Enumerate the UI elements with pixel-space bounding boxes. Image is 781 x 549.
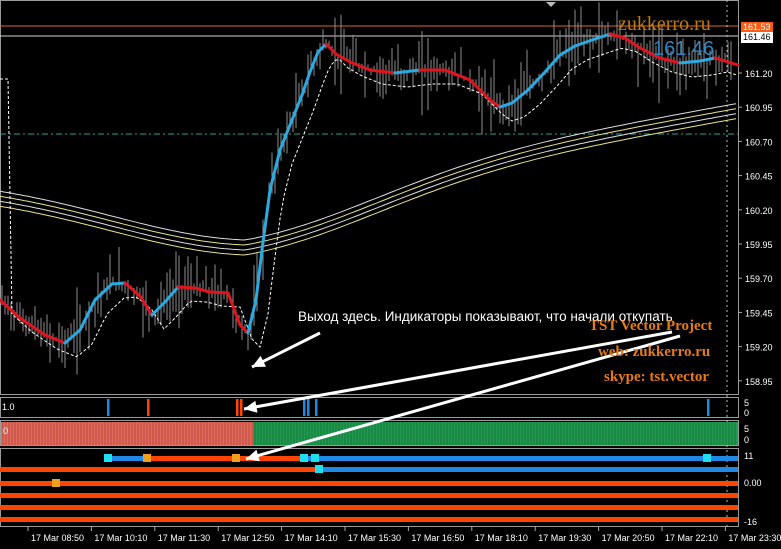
row-marker (232, 454, 240, 462)
indicator1-label: 1.0 (2, 402, 15, 412)
price-axis-label: 158.95 (745, 377, 773, 387)
row-orange (0, 493, 738, 498)
time-axis-label: 17 Mar 12:50 (221, 533, 274, 543)
signal-tick (236, 399, 239, 416)
time-axis-label: 17 Mar 22:10 (665, 533, 718, 543)
trend-segment-down (208, 290, 230, 295)
indicator1-frame (0, 397, 739, 418)
price-axis-label: 159.20 (745, 343, 773, 353)
row-marker (104, 454, 112, 462)
trend-segment-up (290, 93, 304, 122)
price-tag-lower: 161.46 (741, 32, 773, 43)
time-axis-label: 17 Mar 14:10 (285, 533, 338, 543)
row-orange (0, 517, 738, 522)
signal-tick (315, 399, 318, 416)
signal-tick (240, 399, 243, 416)
row-marker (703, 454, 711, 462)
time-axis-label: 17 Mar 19:30 (538, 533, 591, 543)
trend-segment-up (543, 53, 562, 74)
indicator3-scale-mid: 0.00 (744, 478, 762, 488)
time-axis-label: 17 Mar 16:50 (411, 533, 464, 543)
price-axis-label: 159.70 (745, 274, 773, 284)
arrow-to-indicator1-head (244, 400, 258, 413)
price-axis-label: 159.45 (745, 308, 773, 318)
trend-segment-down (713, 56, 740, 67)
time-axis-label: 17 Mar 10:10 (94, 533, 147, 543)
time-axis-label: 17 Mar 08:50 (31, 533, 84, 543)
indicator1-scale-top: 5 (744, 398, 750, 408)
time-axis-label: 17 Mar 23:30 (728, 533, 781, 543)
trend-segment-down (368, 68, 397, 75)
watermark: zukkerro.ru (618, 13, 711, 35)
signal-tick (107, 399, 110, 416)
branding-skype: skype: tst.vector (604, 369, 709, 385)
trend-segment-up (558, 44, 577, 57)
row-blue-seg (318, 467, 738, 472)
indicator2-scale-top: 5 (744, 424, 750, 434)
trading-chart[interactable]: 161.20 160.95 160.70 160.45 160.20 159.95 159.… (0, 0, 781, 549)
trend-segment-down (226, 291, 242, 327)
trend-segment-up (246, 298, 258, 335)
row-orange (0, 481, 738, 486)
price-axis-label: 159.95 (745, 240, 773, 250)
branding-project: TST Vector Project (589, 318, 713, 334)
scroll-marker-icon (546, 2, 556, 7)
trend-segment-up (316, 42, 328, 54)
indicator3-scale-bottom: -16 (744, 517, 758, 527)
trend-segment-up (63, 328, 82, 345)
current-price-large: 161.46 (653, 38, 715, 60)
time-axis-label: 17 Mar 20:50 (602, 533, 655, 543)
trend-segment-up (300, 70, 312, 97)
indicator2-scale-bottom: 0 (744, 435, 750, 445)
time-axis-label: 17 Mar 18:10 (475, 533, 528, 543)
signal-tick (307, 399, 310, 416)
main-chart-frame (0, 0, 739, 395)
row-marker (311, 454, 319, 462)
price-axis-label: 160.95 (745, 103, 773, 113)
price-axis-label: 161.20 (745, 69, 773, 79)
signal-tick (303, 399, 306, 416)
ma-envelope-line (0, 118, 737, 256)
trend-segment-down (123, 281, 142, 298)
signal-tick (707, 399, 710, 416)
time-axis-label: 17 Mar 11:30 (158, 533, 210, 543)
row-marker (300, 454, 308, 462)
trend-segment-up (110, 281, 127, 286)
trend-segment-down (176, 285, 197, 290)
trend-segment-up (590, 32, 612, 42)
price-axis-label: 160.20 (745, 206, 773, 216)
indicator1-scale-bottom: 0 (744, 408, 750, 418)
trend-segment-up (678, 59, 702, 65)
indicator3-scale-top: 11 (744, 451, 754, 461)
row-marker (143, 454, 151, 462)
row-orange (0, 505, 738, 510)
row-marker (315, 465, 323, 473)
row-orange-seg (150, 456, 300, 461)
trend-segment-up (78, 298, 97, 332)
trend-segment-up (510, 88, 530, 105)
trend-segment-up (498, 101, 514, 109)
time-axis-label: 17 Mar 15:30 (348, 533, 401, 543)
indicator2-label: 0 (3, 426, 9, 436)
branding-web: web: zukkerro.ru (598, 344, 711, 360)
trend-segment-up (278, 118, 294, 152)
ma-envelope-line (0, 103, 737, 241)
price-axis-label: 160.45 (745, 172, 773, 182)
ma-envelope-line (0, 108, 737, 246)
signal-tick (147, 399, 150, 416)
row-marker (52, 479, 60, 487)
price-axis-label: 160.70 (745, 137, 773, 147)
